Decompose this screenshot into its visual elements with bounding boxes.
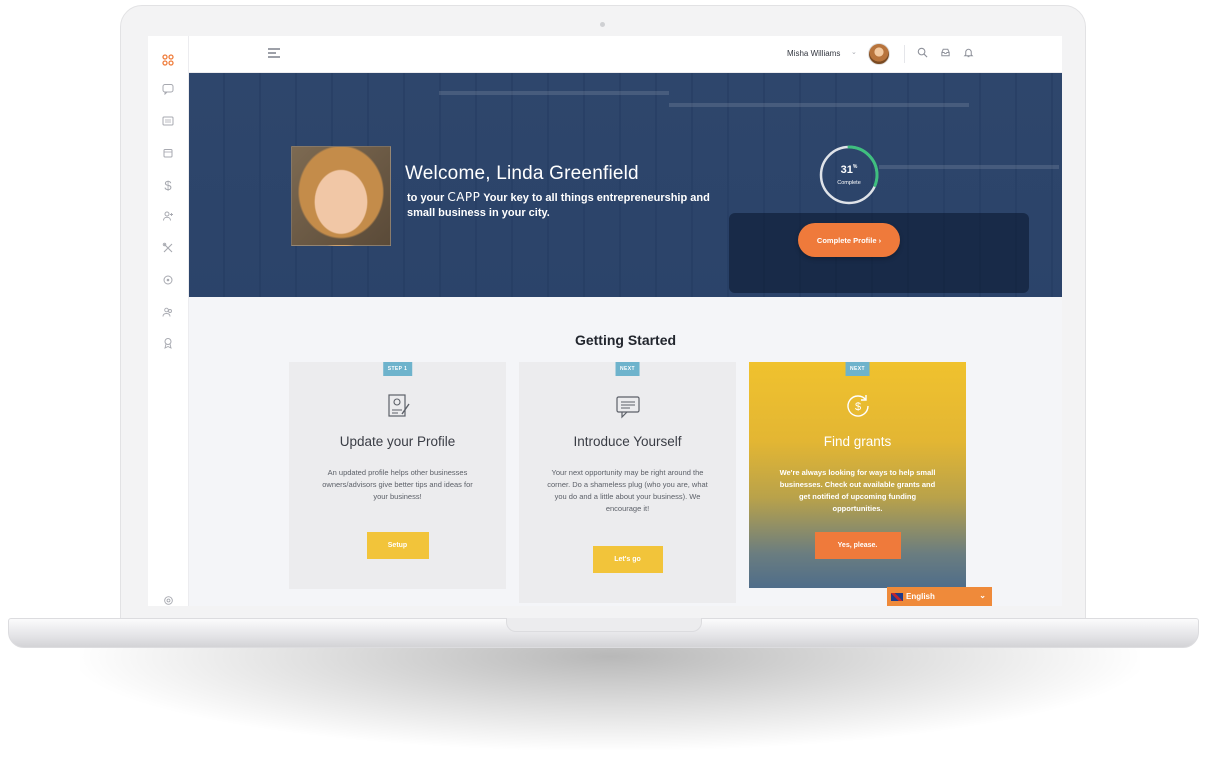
- language-select[interactable]: English ⌄: [887, 587, 992, 606]
- profile-document-icon: [387, 394, 410, 417]
- background-shelf: [439, 91, 669, 95]
- svg-text:$: $: [854, 401, 860, 413]
- sidebar: $: [148, 36, 189, 606]
- news-icon[interactable]: [159, 112, 177, 130]
- laptop-shadow: [80, 640, 1140, 750]
- card-description: Your next opportunity may be right aroun…: [547, 468, 708, 513]
- brand-name: CAPP: [447, 190, 481, 204]
- card-update-profile: STEP 1 Update your Profile An updated pr…: [289, 362, 506, 589]
- card-find-grants: NEXT $ Find grants We're always looking …: [749, 362, 966, 588]
- card-introduce-yourself: NEXT Introduce Yourself Your next opport…: [519, 362, 736, 603]
- setup-button[interactable]: Setup: [366, 532, 429, 559]
- card-description: An updated profile helps other businesse…: [322, 468, 473, 501]
- tools-icon[interactable]: [159, 239, 177, 257]
- inbox-icon[interactable]: [938, 47, 952, 61]
- lets-go-button[interactable]: Let's go: [592, 546, 663, 573]
- search-icon[interactable]: [915, 47, 929, 61]
- user-name[interactable]: Misha Williams: [787, 49, 840, 58]
- camera: [600, 22, 605, 27]
- language-label: English: [906, 592, 935, 601]
- welcome-banner: Welcome, Linda Greenfield to your CAPP Y…: [189, 73, 1062, 297]
- card-title: Update your Profile: [339, 434, 456, 449]
- card-title: Introduce Yourself: [573, 434, 682, 449]
- progress-label: Complete: [837, 180, 861, 186]
- chevron-down-icon[interactable]: ⌄: [851, 48, 857, 56]
- background-shelf: [879, 165, 1059, 169]
- app-screen: $ Misha Williams ⌄ Welcome, Linda Greenf…: [148, 36, 1062, 606]
- community-icon[interactable]: [159, 303, 177, 321]
- card-title: Find grants: [823, 434, 892, 449]
- complete-profile-button[interactable]: Complete Profile ›: [798, 223, 900, 257]
- add-user-icon[interactable]: [159, 207, 177, 225]
- dollar-icon[interactable]: $: [159, 176, 177, 194]
- progress-percent: 31%: [840, 164, 858, 176]
- settings-icon[interactable]: [159, 591, 177, 606]
- bell-icon[interactable]: [961, 47, 975, 61]
- divider: [904, 45, 905, 63]
- chevron-down-icon: ⌄: [979, 591, 986, 600]
- ideas-icon[interactable]: [159, 271, 177, 289]
- calendar-icon[interactable]: [159, 144, 177, 162]
- step-badge: STEP 1: [382, 362, 413, 376]
- welcome-subtitle: to your CAPP Your key to all things entr…: [407, 190, 727, 221]
- topbar: Misha Williams ⌄: [189, 36, 1062, 73]
- dollar-refresh-icon: $: [846, 395, 869, 417]
- section-title: Getting Started: [574, 332, 677, 348]
- step-badge: NEXT: [845, 362, 870, 376]
- background-shelf: [669, 103, 969, 107]
- messages-icon[interactable]: [159, 80, 177, 98]
- awards-icon[interactable]: [159, 334, 177, 352]
- subtitle-prefix: to your: [407, 192, 448, 204]
- card-description: We're always looking for ways to help sm…: [779, 468, 936, 513]
- chat-bubble-icon: [615, 396, 640, 419]
- uk-flag-icon: [891, 592, 903, 601]
- step-badge: NEXT: [615, 362, 640, 376]
- yes-please-button[interactable]: Yes, please.: [814, 532, 901, 559]
- menu-toggle-icon[interactable]: [268, 48, 280, 60]
- profile-photo: [291, 146, 391, 246]
- dashboard-icon[interactable]: [159, 51, 177, 69]
- laptop-notch: [506, 618, 702, 632]
- avatar[interactable]: [868, 43, 890, 65]
- welcome-title: Welcome, Linda Greenfield: [405, 163, 639, 184]
